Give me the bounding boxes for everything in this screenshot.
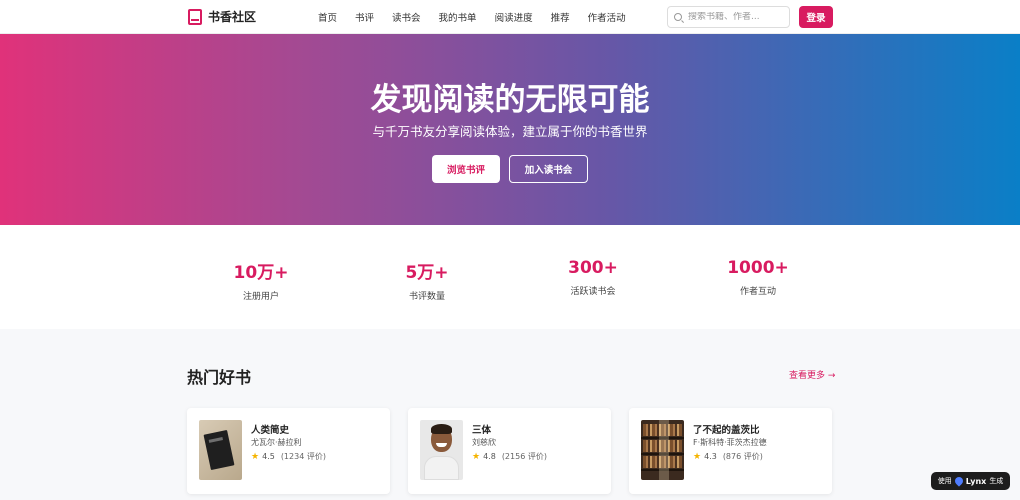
book-rating: ★ 4.5 (1234 评价) (251, 451, 326, 462)
star-icon: ★ (693, 451, 702, 462)
stat-value: 10万+ (233, 263, 289, 283)
rating-count: (1234 评价) (280, 452, 326, 461)
hero-banner: 发现阅读的无限可能 与千万书友分享阅读体验，建立属于你的书香世界 浏览书评 加入… (0, 34, 1020, 225)
section-title: 热门好书 (187, 368, 252, 387)
stat-label: 书评数量 (408, 292, 445, 302)
book-author: F·斯科特·菲茨杰拉德 (693, 438, 767, 447)
book-card[interactable]: 了不起的盖茨比 F·斯科特·菲茨杰拉德 ★ 4.3 (876 评价) (629, 408, 832, 494)
book-title: 人类简史 (251, 425, 290, 436)
rating-count: (2156 评价) (501, 452, 547, 461)
top-navbar: 书香社区 首页 书评 读书会 我的书单 阅读进度 推荐 作者活动 登录 (0, 0, 1020, 34)
rating-value: 4.5 (262, 452, 275, 461)
hero-actions: 浏览书评 加入读书会 (0, 155, 1020, 183)
nav-item-my-booklist[interactable]: 我的书单 (439, 10, 477, 24)
book-author: 尤瓦尔·赫拉利 (251, 438, 302, 447)
star-icon: ★ (251, 451, 260, 462)
made-with-badge[interactable]: 使用 Lynx 生成 (931, 472, 1010, 490)
nav-item-reading-progress[interactable]: 阅读进度 (495, 10, 533, 24)
stat-users: 10万+ 注册用户 (191, 258, 331, 302)
book-cover (420, 420, 463, 480)
stat-book-clubs: 300+ 活跃读书会 (523, 258, 663, 297)
book-rating: ★ 4.8 (2156 评价) (472, 451, 547, 462)
search-input[interactable] (688, 12, 783, 22)
book-author: 刘慈欣 (472, 438, 496, 447)
logo-text: 书香社区 (208, 10, 257, 24)
stat-reviews: 5万+ 书评数量 (357, 258, 497, 302)
book-cover (641, 420, 684, 480)
hero-subtitle: 与千万书友分享阅读体验，建立属于你的书香世界 (372, 124, 648, 139)
join-book-club-button[interactable]: 加入读书会 (509, 155, 588, 183)
login-button[interactable]: 登录 (799, 6, 833, 28)
search-box (667, 6, 790, 28)
badge-brand: Lynx (965, 476, 987, 486)
book-title: 三体 (472, 425, 492, 436)
badge-prefix: 使用 (937, 477, 952, 485)
stat-value: 5万+ (405, 263, 449, 283)
nav-item-reviews[interactable]: 书评 (355, 10, 374, 24)
star-icon: ★ (472, 451, 481, 462)
stat-label: 注册用户 (242, 292, 279, 302)
stats-section: 10万+ 注册用户 5万+ 书评数量 300+ 活跃读书会 1000+ 作者互动 (0, 225, 1020, 329)
stat-value: 1000+ (727, 258, 789, 278)
stat-label: 活跃读书会 (570, 287, 616, 297)
book-rating: ★ 4.3 (876 评价) (693, 451, 763, 462)
popular-books-section: 热门好书 查看更多 → 人类简史 尤瓦尔·赫拉利 ★ 4.5 (1234 评价)… (0, 329, 1020, 500)
book-cover (199, 420, 242, 480)
rating-count: (876 评价) (722, 452, 763, 461)
book-card[interactable]: 三体 刘慈欣 ★ 4.8 (2156 评价) (408, 408, 611, 494)
rating-value: 4.3 (704, 452, 717, 461)
logo[interactable]: 书香社区 (188, 8, 256, 25)
main-nav: 首页 书评 读书会 我的书单 阅读进度 推荐 作者活动 (318, 10, 644, 24)
nav-item-recommend[interactable]: 推荐 (551, 10, 570, 24)
browse-reviews-button[interactable]: 浏览书评 (432, 155, 500, 183)
nav-item-author-events[interactable]: 作者活动 (588, 10, 626, 24)
rating-value: 4.8 (483, 452, 496, 461)
stat-value: 300+ (568, 258, 618, 278)
nav-item-book-club[interactable]: 读书会 (392, 10, 421, 24)
search-icon (674, 13, 682, 21)
hero-title: 发现阅读的无限可能 (370, 82, 650, 118)
view-more-link[interactable]: 查看更多 → (789, 368, 835, 381)
lynx-icon (953, 475, 965, 487)
book-card[interactable]: 人类简史 尤瓦尔·赫拉利 ★ 4.5 (1234 评价) (187, 408, 390, 494)
stat-author-interactions: 1000+ 作者互动 (688, 258, 828, 297)
badge-suffix: 生成 (989, 477, 1004, 485)
book-title: 了不起的盖茨比 (693, 425, 760, 436)
nav-item-home[interactable]: 首页 (318, 10, 337, 24)
stat-label: 作者互动 (739, 287, 776, 297)
book-icon (188, 8, 202, 25)
